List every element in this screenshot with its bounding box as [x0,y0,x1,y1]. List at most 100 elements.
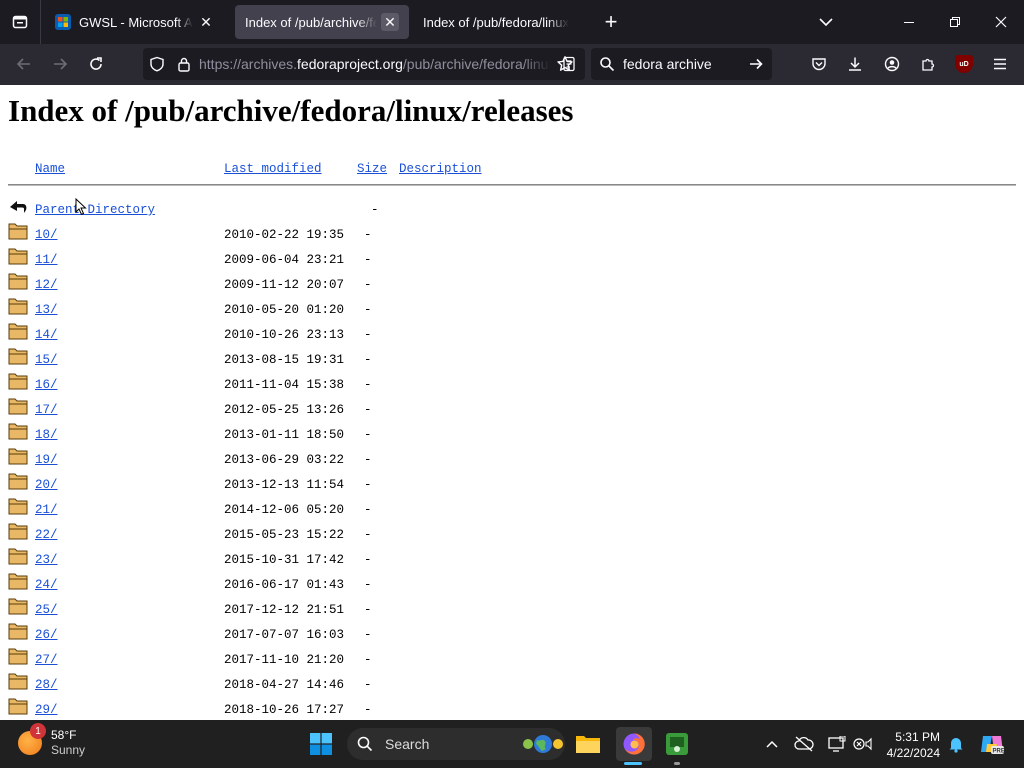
firefox-taskbar-button[interactable] [616,727,652,761]
size-cell: - [364,578,372,592]
directory-link[interactable]: 29/ [35,703,58,717]
app-menu-button[interactable] [984,48,1016,80]
size-cell: - [371,203,379,217]
active-app-indicator [624,762,642,765]
bookmark-star-button[interactable] [549,48,581,80]
folder-icon [8,448,28,465]
network-volume-tray-icon[interactable] [851,732,875,756]
pocket-button[interactable] [803,48,835,80]
column-header-name[interactable]: Name [35,162,65,176]
directory-link[interactable]: 23/ [35,553,58,567]
display-tray-icon[interactable] [825,732,849,756]
directory-link[interactable]: 15/ [35,353,58,367]
directory-link[interactable]: 18/ [35,428,58,442]
directory-row: 13/2010-05-20 01:20 - [0,298,600,328]
column-header-last-modified[interactable]: Last modified [224,162,322,176]
extensions-button[interactable] [912,48,944,80]
system-clock[interactable]: 5:31 PM 4/22/2024 [880,729,940,761]
folder-icon [8,698,28,715]
column-header-description[interactable]: Description [399,162,482,176]
firefox-view-button[interactable] [0,0,40,44]
last-modified-cell: 2010-05-20 01:20 [224,303,345,317]
taskbar-search[interactable]: Search [347,728,565,760]
directory-link[interactable]: 21/ [35,503,58,517]
directory-link[interactable]: 16/ [35,378,58,392]
directory-row: 15/2013-08-15 19:31 - [0,348,600,378]
last-modified-cell: 2017-12-12 21:51 [224,603,345,617]
size-cell: - [364,278,372,292]
ublock-origin-button[interactable]: uD [948,48,980,80]
directory-link[interactable]: 26/ [35,628,58,642]
tab-archive-releases[interactable]: Index of /pub/archive/fedora/linux/relea… [235,5,409,39]
copilot-button[interactable]: PRE [978,732,1006,756]
notification-badge: 1 [30,723,46,739]
parent-directory-link[interactable]: Parent Directory [35,203,155,217]
column-header-size[interactable]: Size [357,162,387,176]
tracking-protection-shield-icon[interactable] [149,56,165,72]
close-tab-icon[interactable]: ✕ [381,13,399,31]
forward-button[interactable] [42,48,78,80]
last-modified-cell: 2018-04-27 14:46 [224,678,345,692]
folder-icon [8,648,28,665]
folder-icon [8,398,28,415]
go-arrow-icon[interactable] [748,56,764,72]
directory-link[interactable]: 12/ [35,278,58,292]
directory-link[interactable]: 10/ [35,228,58,242]
restore-button[interactable] [932,0,978,44]
minimize-button[interactable] [886,0,932,44]
gwsl-taskbar-button[interactable] [661,728,693,760]
directory-link[interactable]: 28/ [35,678,58,692]
list-all-tabs-button[interactable] [803,0,849,44]
navigation-toolbar: https://archives.fedoraproject.org/pub/a… [0,44,1024,85]
directory-link[interactable]: 13/ [35,303,58,317]
directory-link[interactable]: 11/ [35,253,58,267]
directory-link[interactable]: 25/ [35,603,58,617]
size-cell: - [364,528,372,542]
folder-icon [8,223,28,240]
last-modified-cell: 2010-02-22 19:35 [224,228,345,242]
size-cell: - [364,253,372,267]
tab-gwsl[interactable]: GWSL - Microsoft Apps ✕ [45,5,225,39]
file-explorer-button[interactable] [572,728,604,760]
last-modified-cell: 2015-10-31 17:42 [224,553,345,567]
notifications-button[interactable] [944,732,968,756]
back-button[interactable] [6,48,42,80]
directory-link[interactable]: 17/ [35,403,58,417]
directory-link[interactable]: 14/ [35,328,58,342]
last-modified-cell: 2017-11-10 21:20 [224,653,345,667]
clock-date: 4/22/2024 [886,746,940,760]
show-hidden-icons-button[interactable] [760,732,784,756]
last-modified-cell: 2011-11-04 15:38 [224,378,345,392]
start-button[interactable] [305,728,337,760]
folder-icon [8,248,28,265]
tab-fedora-releases[interactable]: Index of /pub/fedora/linux/releases [413,5,579,39]
tab-title: GWSL - Microsoft Apps [79,14,193,30]
directory-link[interactable]: 19/ [35,453,58,467]
new-tab-button[interactable]: + [595,6,627,38]
close-tab-icon[interactable]: ✕ [197,13,215,31]
close-window-button[interactable] [978,0,1024,44]
folder-icon [8,523,28,540]
monitor-icon [828,736,846,752]
size-cell: - [364,328,372,342]
directory-row: 16/2011-11-04 15:38 - [0,373,600,403]
directory-link[interactable]: 27/ [35,653,58,667]
address-bar[interactable]: https://archives.fedoraproject.org/pub/a… [143,48,585,80]
directory-row: 24/2016-06-17 01:43 - [0,573,600,603]
reload-button[interactable] [78,48,114,80]
directory-link[interactable]: 24/ [35,578,58,592]
search-input-value[interactable]: fedora archive [623,56,748,72]
directory-row: 22/2015-05-23 15:22 - [0,523,600,553]
weather-widget[interactable]: 1 58°F Sunny [18,723,85,758]
search-icon [600,57,615,72]
folder-icon [8,473,28,490]
windows-taskbar: 1 58°F Sunny Search 5:31 PM 4/22/2024 PR… [0,720,1024,768]
sun-icon: 1 [18,723,46,755]
directory-link[interactable]: 22/ [35,528,58,542]
downloads-button[interactable] [839,48,871,80]
account-button[interactable] [876,48,908,80]
lock-icon[interactable] [177,56,191,72]
directory-link[interactable]: 20/ [35,478,58,492]
search-bar[interactable]: fedora archive [591,48,772,80]
onedrive-tray-icon[interactable] [792,732,816,756]
